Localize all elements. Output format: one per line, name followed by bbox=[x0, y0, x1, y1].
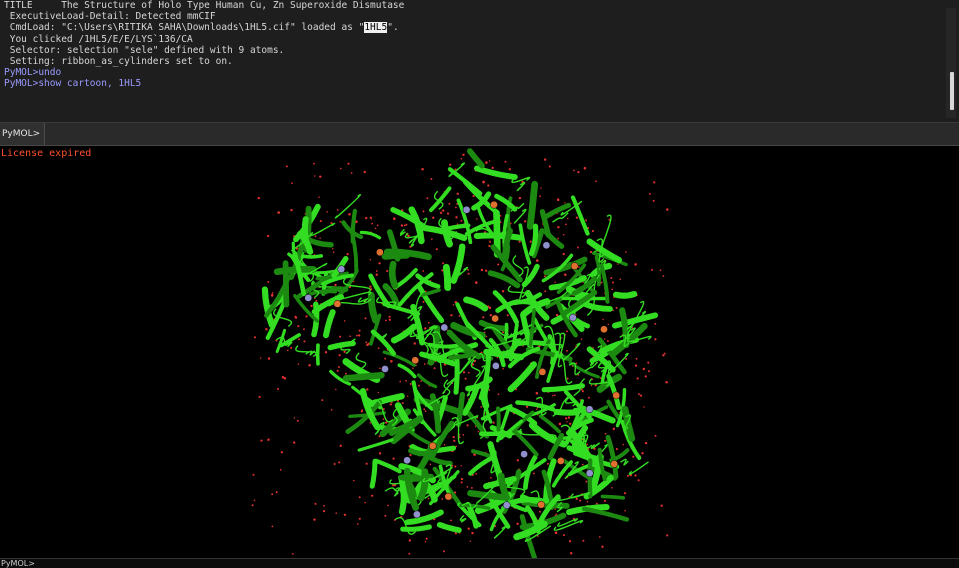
console-line: Setting: ribbon_as_cylinders set to on. bbox=[4, 55, 233, 67]
molecule-viewport[interactable]: License expired bbox=[0, 146, 959, 558]
console-line-text: CmdLoad: "C:\Users\RITIKA SAHA\Downloads… bbox=[4, 22, 365, 34]
console-output[interactable]: TITLE The Structure of Holo Type Human C… bbox=[0, 0, 959, 123]
license-expired-notice: License expired bbox=[1, 148, 92, 159]
console-lines: TITLE The Structure of Holo Type Human C… bbox=[4, 0, 943, 90]
console-line: You clicked /1HL5/E/E/LYS`136/CA bbox=[4, 33, 193, 45]
command-prompt-label: PyMOL> bbox=[0, 123, 46, 145]
console-line: PyMOL>undo bbox=[4, 67, 62, 79]
console-line: TITLE The Structure of Holo Type Human C… bbox=[4, 0, 405, 11]
console-line: PyMOL>show cartoon, 1HL5 bbox=[4, 78, 142, 90]
protein-cartoon-render[interactable] bbox=[0, 146, 959, 558]
bottom-prompt-label: PyMOL> bbox=[1, 559, 35, 568]
console-scrollbar-thumb[interactable] bbox=[950, 72, 954, 110]
pymol-window: TITLE The Structure of Holo Type Human C… bbox=[0, 0, 959, 568]
cartoon-ribbons bbox=[261, 148, 659, 558]
console-scrollbar[interactable] bbox=[946, 8, 956, 118]
command-input[interactable] bbox=[42, 125, 946, 143]
console-line: ExecutiveLoad-Detail: Detected mmCIF bbox=[4, 11, 216, 23]
console-line: Selector: selection "sele" defined with … bbox=[4, 44, 285, 56]
selected-object-name: 1HL5 bbox=[364, 22, 388, 34]
command-bar: PyMOL> bbox=[0, 123, 959, 146]
console-line-text: ". bbox=[387, 22, 399, 34]
bottom-command-bar[interactable]: PyMOL> bbox=[0, 558, 959, 568]
console-line: CmdLoad: "C:\Users\RITIKA SAHA\Downloads… bbox=[4, 22, 943, 34]
